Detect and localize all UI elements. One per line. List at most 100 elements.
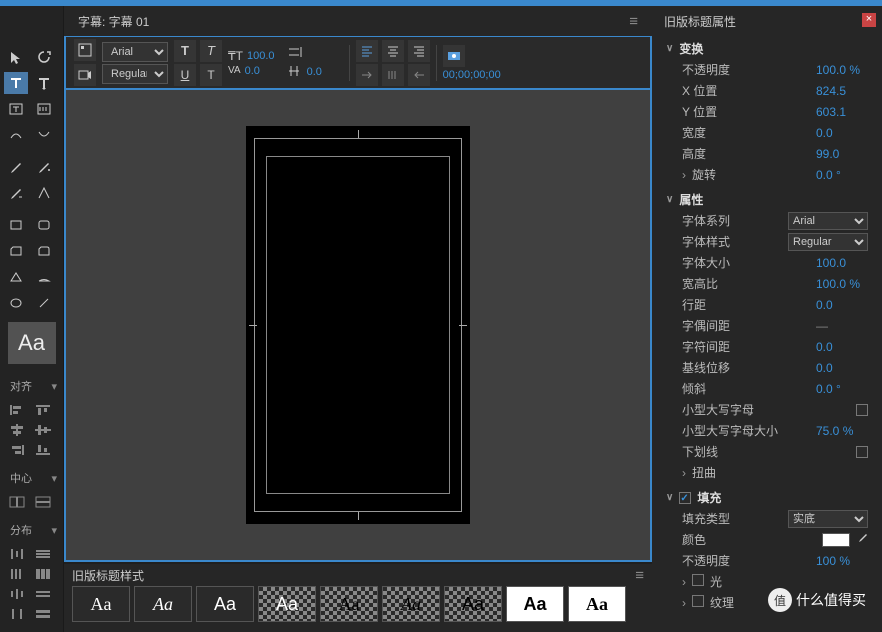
distribute-6-icon[interactable] (32, 586, 54, 602)
color-swatch[interactable] (822, 533, 850, 547)
round-rect-tool[interactable] (32, 214, 56, 236)
rotation-label[interactable]: 旋转 (682, 166, 816, 183)
leading-value[interactable]: 0.0 (816, 298, 868, 312)
tab-button-1[interactable] (356, 64, 378, 86)
italic-button[interactable]: T (200, 40, 222, 62)
align-bottom-icon[interactable] (32, 442, 54, 458)
ellipse-tool[interactable] (4, 292, 28, 314)
rectangle-tool[interactable] (4, 214, 28, 236)
vertical-type-tool[interactable] (32, 72, 56, 94)
video-icon[interactable] (74, 64, 96, 86)
style-swatch-4[interactable]: Aa (258, 586, 316, 622)
fill-checkbox[interactable] (679, 492, 691, 504)
pen-plus-tool[interactable] (32, 156, 56, 178)
align-section-label[interactable]: 对齐 (0, 370, 63, 398)
group-transform[interactable]: 变换 (652, 38, 882, 59)
convert-point-tool[interactable] (32, 182, 56, 204)
fill-opacity-value[interactable]: 100 % (816, 554, 868, 568)
selection-tool[interactable] (4, 46, 28, 68)
distribute-4-icon[interactable] (32, 566, 54, 582)
smallcaps-size-value[interactable]: 75.0 % (816, 424, 868, 438)
opacity-value[interactable]: 100.0 % (816, 63, 868, 77)
style-swatch-3[interactable]: Aa (196, 586, 254, 622)
underline-checkbox[interactable] (856, 446, 868, 458)
pen-tool[interactable] (4, 156, 28, 178)
close-button[interactable]: × (862, 13, 876, 27)
rotation-value[interactable]: 0.0 ° (816, 168, 868, 182)
align-left-icon[interactable] (6, 402, 28, 418)
tab-button-3[interactable] (408, 64, 430, 86)
timecode-display[interactable]: 00;00;00;00 (443, 69, 501, 81)
text-style-button[interactable]: Aa (8, 322, 56, 364)
show-video-button[interactable] (443, 45, 465, 67)
font-family-select[interactable]: Arial (102, 42, 168, 62)
clipped-rect-tool[interactable] (4, 240, 28, 262)
aspect-value[interactable]: 100.0 % (816, 277, 868, 291)
distribute-7-icon[interactable] (6, 606, 28, 622)
align-hcenter-icon[interactable] (6, 422, 28, 438)
eyedropper-icon[interactable] (856, 532, 868, 547)
wedge-tool[interactable] (4, 266, 28, 288)
vertical-area-type-tool[interactable] (32, 98, 56, 120)
center-section-label[interactable]: 中心 (0, 462, 63, 490)
height-value[interactable]: 99.0 (816, 147, 868, 161)
align-right-icon[interactable] (6, 442, 28, 458)
distribute-section-label[interactable]: 分布 (0, 514, 63, 542)
align-top-icon[interactable] (32, 402, 54, 418)
distribute-2-icon[interactable] (32, 546, 54, 562)
line-tool[interactable] (32, 292, 56, 314)
font-size-value[interactable]: 100.0 (247, 50, 275, 62)
ypos-value[interactable]: 603.1 (816, 105, 868, 119)
tracking-prop-value[interactable]: 0.0 (816, 340, 868, 354)
xpos-value[interactable]: 824.5 (816, 84, 868, 98)
align-right-button[interactable] (408, 40, 430, 62)
slant-value[interactable]: 0.0 ° (816, 382, 868, 396)
align-vcenter-icon[interactable] (32, 422, 54, 438)
center-v-icon[interactable] (6, 494, 28, 510)
pen-minus-tool[interactable] (4, 182, 28, 204)
align-left-button[interactable] (356, 40, 378, 62)
distribute-3-icon[interactable] (6, 566, 28, 582)
rotate-tool[interactable] (32, 46, 56, 68)
tab-button-2[interactable] (382, 64, 404, 86)
style-swatch-2[interactable]: Aa (134, 586, 192, 622)
path-type-tool[interactable] (4, 124, 28, 146)
tracking-value[interactable]: 0.0 (307, 66, 343, 78)
round-clipped-tool[interactable] (32, 240, 56, 262)
smallcaps-button[interactable]: T (200, 64, 222, 86)
style-swatch-1[interactable]: Aa (72, 586, 130, 622)
template-icon[interactable] (74, 39, 96, 61)
bold-button[interactable]: T (174, 40, 196, 62)
group-fill[interactable]: 填充 (652, 487, 882, 508)
distribute-8-icon[interactable] (32, 606, 54, 622)
group-attributes[interactable]: 属性 (652, 189, 882, 210)
distort-label[interactable]: 扭曲 (682, 464, 868, 481)
title-canvas[interactable] (246, 126, 470, 524)
path-type-tool-2[interactable] (32, 124, 56, 146)
underline-button[interactable]: U (174, 64, 196, 86)
smallcaps-checkbox[interactable] (856, 404, 868, 416)
align-center-button[interactable] (382, 40, 404, 62)
type-tool[interactable] (4, 72, 28, 94)
style-swatch-8[interactable]: Aa (506, 586, 564, 622)
area-type-tool[interactable] (4, 98, 28, 120)
style-swatch-9[interactable]: Aa (568, 586, 626, 622)
width-value[interactable]: 0.0 (816, 126, 868, 140)
sheen-checkbox[interactable] (692, 574, 704, 586)
style-swatch-7[interactable]: Aa (444, 586, 502, 622)
font-style-prop-select[interactable]: Regular (788, 233, 868, 251)
fill-type-select[interactable]: 实底 (788, 510, 868, 528)
center-h-icon[interactable] (32, 494, 54, 510)
style-swatch-5[interactable]: Aa (320, 586, 378, 622)
texture-checkbox[interactable] (692, 595, 704, 607)
style-swatch-6[interactable]: Aa (382, 586, 440, 622)
kerning-value[interactable]: 0.0 (245, 65, 281, 77)
title-canvas-area[interactable] (64, 90, 652, 562)
font-family-prop-select[interactable]: Arial (788, 212, 868, 230)
baseline-value[interactable]: 0.0 (816, 361, 868, 375)
font-size-prop-value[interactable]: 100.0 (816, 256, 868, 270)
font-style-select[interactable]: Regular (102, 64, 168, 84)
distribute-5-icon[interactable] (6, 586, 28, 602)
distribute-1-icon[interactable] (6, 546, 28, 562)
arc-tool[interactable] (32, 266, 56, 288)
